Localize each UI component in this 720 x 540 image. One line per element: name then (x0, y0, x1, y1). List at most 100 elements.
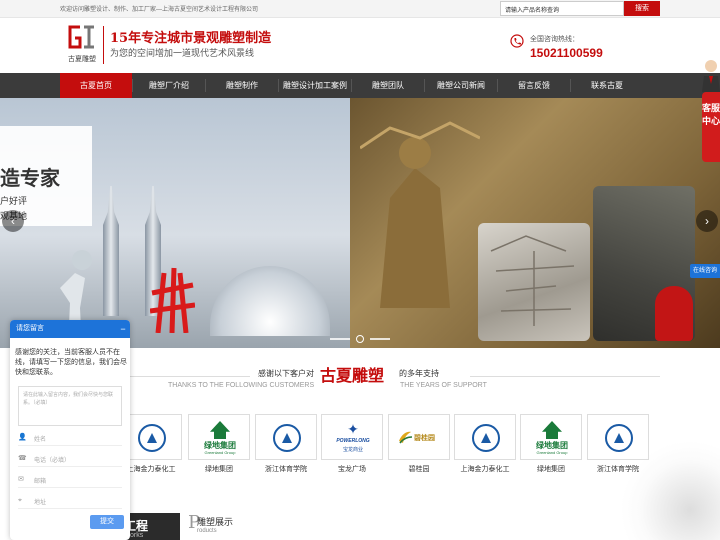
banner-dot-2[interactable] (356, 335, 364, 343)
slogan-main: 15年专注城市景观雕塑制造 (110, 31, 272, 46)
chat-address-field[interactable]: ⌖ 地址 (18, 493, 122, 509)
banner-next-button[interactable]: › (696, 210, 718, 232)
hotline-number: 15021100599 (530, 46, 603, 60)
online-consult-button[interactable]: 在线咨询 (690, 264, 720, 278)
client-logo-box: 绿地集团 Greenland Group (188, 414, 250, 460)
chat-address-placeholder: 地址 (34, 500, 47, 506)
red-sculpture (150, 267, 195, 333)
customer-service-tab[interactable]: 客服中心 (702, 92, 720, 162)
client-logo-box: 绿地集团 Greenland Group (520, 414, 582, 460)
header-divider (103, 26, 104, 64)
phone-icon: ☎ (18, 455, 27, 462)
nav-item-production[interactable]: 雕塑制作 (206, 73, 278, 98)
nav-item-home[interactable]: 古夏首页 (60, 73, 132, 98)
client-logo-box (255, 414, 317, 460)
greenland-house-icon (542, 421, 562, 439)
worker-figure (655, 286, 693, 341)
country-garden-mark-icon (399, 431, 413, 444)
chat-header-title: 请您留言 (10, 320, 130, 338)
hero-banner[interactable]: 造专家 户好评 观基地 ‹ › (0, 98, 720, 348)
nav-item-contact[interactable]: 联系古夏 (571, 73, 643, 98)
chat-name-placeholder: 姓名 (34, 437, 47, 443)
client-logo-box: ✦ POWERLONG 宝龙商业 (321, 414, 383, 460)
client-item[interactable]: 浙江体育学院 (255, 414, 317, 476)
banner-dot-3[interactable] (370, 338, 390, 340)
school-emblem-icon (273, 424, 301, 452)
clients-title-brand: 古夏雕塑 (320, 366, 385, 385)
ink-decoration (620, 440, 720, 540)
logo-text: 古夏雕塑 (68, 56, 96, 63)
nav-item-team[interactable]: 雕塑团队 (352, 73, 424, 98)
tower-left (103, 186, 119, 316)
products-heading-title: 雕塑展示 (197, 517, 234, 527)
dome-building (210, 266, 330, 336)
welcome-text: 欢迎访问雕塑设计、制作、加工厂家—上海古夏空间艺术设计工程有限公司 (60, 7, 259, 13)
chat-email-placeholder: 邮箱 (34, 479, 47, 485)
products-heading[interactable]: P 雕塑展示 roducts (188, 512, 288, 540)
banner-caption-line1: 户好评 (0, 196, 28, 206)
nav-item-cases[interactable]: 雕塑设计加工案例 (279, 73, 351, 98)
clients-title-en-right: THE YEARS OF SUPPORT (400, 382, 487, 389)
main-nav: 古夏首页 雕塑厂介绍 雕塑制作 雕塑设计加工案例 雕塑团队 雕塑公司新闻 留言反… (0, 73, 720, 98)
nav-item-feedback[interactable]: 留言反馈 (498, 73, 570, 98)
school-emblem-icon (472, 424, 500, 452)
chat-phone-placeholder: 电话（必填） (34, 458, 71, 464)
powerlong-mark-icon: ✦ (347, 421, 359, 437)
title-line-left (120, 376, 250, 377)
client-logo-list: 上海金力泰化工 绿地集团 Greenland Group 绿地集团 浙江体育学院… (120, 414, 660, 476)
greenland-logo-en: Greenland Group (536, 450, 568, 455)
banner-dot-1[interactable] (330, 338, 350, 340)
clients-title-suffix: 的多年支持 (399, 369, 439, 378)
client-item[interactable]: ✦ POWERLONG 宝龙商业 宝龙广场 (321, 414, 383, 476)
search-button[interactable]: 搜索 (624, 1, 660, 16)
country-garden-logo-text: 碧桂园 (414, 435, 435, 442)
nav-item-news[interactable]: 雕塑公司新闻 (425, 73, 497, 98)
logo-mark-icon (68, 25, 94, 49)
chat-minimize-button[interactable]: − (118, 320, 128, 338)
client-item[interactable]: 上海金力泰化工 (454, 414, 516, 476)
slogan-sub: 为您的空间增加一道现代艺术风景线 (110, 48, 255, 58)
client-logo-box: 碧桂园 (388, 414, 450, 460)
nav-item-about[interactable]: 雕塑厂介绍 (133, 73, 205, 98)
products-heading-en: roducts (197, 528, 217, 534)
hotline-label: 全国咨询热线： (530, 36, 579, 43)
chat-email-field[interactable]: ✉ 邮箱 (18, 472, 122, 488)
client-name: 绿地集团 (205, 466, 233, 473)
greenland-logo: 绿地集团 Greenland Group (201, 421, 239, 455)
client-item[interactable]: 绿地集团 Greenland Group 绿地集团 (520, 414, 582, 476)
client-name: 碧桂园 (408, 466, 430, 473)
powerlong-logo: ✦ POWERLONG 宝龙商业 (330, 421, 376, 455)
relief-panel-sketch (478, 223, 590, 341)
mail-icon: ✉ (18, 476, 24, 483)
client-item[interactable]: 绿地集团 Greenland Group 绿地集团 (188, 414, 250, 476)
clients-title-en-left: THANKS TO THE FOLLOWING CUSTOMERS (168, 382, 315, 389)
banner-prev-button[interactable]: ‹ (2, 210, 24, 232)
client-name: 宝龙广场 (338, 466, 366, 473)
chat-phone-field[interactable]: ☎ 电话（必填） (18, 451, 122, 467)
greenland-house-icon (210, 421, 230, 439)
school-emblem-icon (138, 424, 166, 452)
top-bar: 欢迎访问雕塑设计、制作、加工厂家—上海古夏空间艺术设计工程有限公司 请输入产品名… (0, 0, 720, 18)
client-item[interactable]: 碧桂园 碧桂园 (388, 414, 450, 476)
banner-pagination (330, 335, 390, 344)
chat-name-field[interactable]: 👤 姓名 (18, 430, 122, 446)
country-garden-logo: 碧桂园 (397, 427, 443, 449)
greenland-logo: 绿地集团 Greenland Group (533, 421, 571, 455)
powerlong-logo-en: POWERLONG (336, 438, 370, 444)
chat-submit-button[interactable]: 提交 (90, 515, 124, 529)
leave-message-widget: 请您留言 − 感谢您的关注，当前客服人员不在线，请填写一下您的信息，我们会尽快和… (10, 320, 130, 540)
phone-icon (510, 34, 524, 48)
relief-figure (360, 121, 480, 308)
location-icon: ⌖ (18, 497, 22, 504)
customer-service-avatar (702, 60, 720, 92)
relief-sketch-lines (490, 235, 575, 326)
header: 古夏雕塑 15年专注城市景观雕塑制造 为您的空间增加一道现代艺术风景线 全国咨询… (0, 18, 720, 73)
chat-message-textarea[interactable]: 请在此输入留言内容，我们会尽快与您联系。（必填） (18, 386, 122, 426)
clients-title-prefix: 感谢以下客户对 (258, 369, 314, 378)
search-input[interactable]: 请输入产品名称查询 (500, 1, 624, 16)
chat-offline-message: 感谢您的关注，当前客服人员不在线，请填写一下您的信息，我们会尽快和您联系。 (15, 349, 127, 376)
client-name: 上海金力泰化工 (460, 466, 510, 473)
user-icon: 👤 (18, 434, 27, 441)
client-name: 浙江体育学院 (265, 466, 307, 473)
logo[interactable]: 古夏雕塑 (64, 24, 100, 68)
